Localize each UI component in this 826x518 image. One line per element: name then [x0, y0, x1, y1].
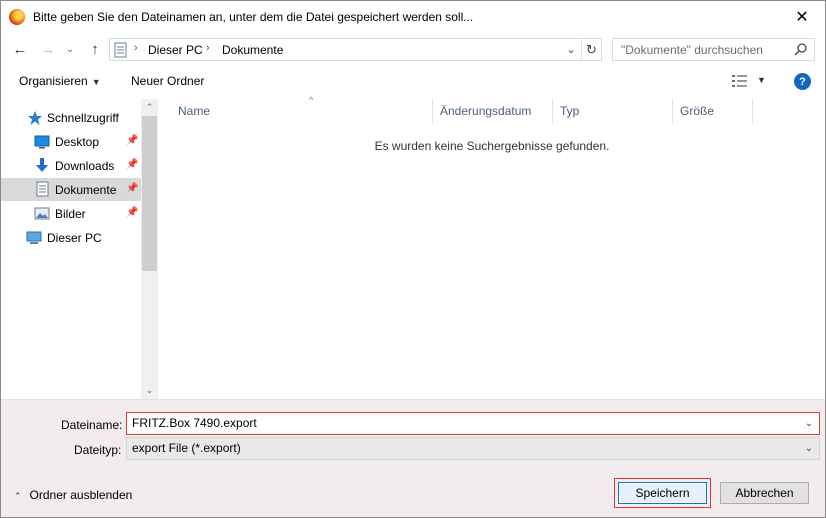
pin-icon: 📌	[126, 135, 139, 146]
navigation-scrollbar[interactable]: ⌃ ⌄	[141, 99, 158, 399]
breadcrumb-separator[interactable]: ›	[134, 42, 138, 54]
chevron-down-icon: ⌄	[65, 43, 75, 55]
title-bar: Bitte geben Sie den Dateinamen an, unter…	[1, 1, 825, 32]
pin-icon: 📌	[126, 183, 139, 194]
pin-icon: 📌	[126, 207, 139, 218]
address-bar[interactable]: › Dieser PC › Dokumente ⌄ ↻	[109, 38, 602, 61]
search-input[interactable]: "Dokumente" durchsuchen	[612, 38, 815, 61]
arrow-left-icon: ←	[12, 40, 28, 58]
pin-icon: 📌	[126, 159, 139, 170]
column-header-size[interactable]: Größe	[673, 99, 753, 123]
chevron-down-icon: ⌄	[804, 443, 814, 454]
breadcrumb-documents[interactable]: Dokumente	[222, 43, 283, 57]
desktop-icon	[34, 135, 50, 149]
column-label: Name	[178, 104, 211, 118]
refresh-button[interactable]: ↻	[581, 39, 601, 60]
search-placeholder: "Dokumente" durchsuchen	[621, 43, 763, 57]
up-button[interactable]: ↑	[85, 39, 105, 59]
empty-results-message: Es wurden keine Suchergebnisse gefunden.	[374, 139, 610, 153]
close-icon: ✕	[795, 8, 809, 26]
chevron-down-icon: ⌄	[566, 44, 576, 56]
column-header-date[interactable]: Änderungsdatum	[433, 99, 553, 123]
sidebar-item-desktop[interactable]: Desktop 📌	[1, 130, 141, 153]
refresh-icon: ↻	[586, 41, 597, 57]
navigation-bar: ← → ⌄ ↑ › Dieser PC › Dokumente ⌄ ↻ "Dok…	[1, 32, 825, 66]
sidebar-item-quick-access[interactable]: Schnellzugriff	[1, 106, 141, 129]
cancel-button[interactable]: Abbrechen	[720, 482, 809, 504]
document-icon	[36, 181, 49, 197]
firefox-icon	[9, 9, 25, 25]
search-icon	[794, 43, 807, 56]
close-button[interactable]: ✕	[779, 1, 825, 32]
arrow-right-icon: →	[40, 40, 56, 58]
caret-down-icon: ▼	[91, 77, 101, 87]
arrow-up-icon: ↑	[91, 40, 99, 58]
pictures-icon	[34, 207, 50, 220]
column-header-type[interactable]: Typ	[553, 99, 673, 123]
forward-button[interactable]: →	[38, 39, 58, 59]
sidebar-item-label: Bilder	[55, 207, 86, 221]
filetype-dropdown-button[interactable]: ⌄	[801, 440, 817, 457]
file-list[interactable]: Name ^ Änderungsdatum Typ Größe Es wurde…	[159, 95, 825, 399]
sidebar-item-label: Dokumente	[55, 183, 117, 197]
sort-ascending-icon: ^	[309, 95, 314, 105]
hide-folders-label: Ordner ausblenden	[29, 488, 133, 502]
chevron-up-icon: ⌃	[14, 491, 22, 501]
save-dialog-window: Bitte geben Sie den Dateinamen an, unter…	[0, 0, 826, 518]
organize-button[interactable]: Organisieren ▼	[19, 74, 101, 88]
command-toolbar: Organisieren ▼ Neuer Ordner ▼ ?	[1, 66, 825, 97]
view-options-icon[interactable]	[731, 74, 749, 88]
view-caret-down-icon[interactable]: ▼	[757, 75, 766, 85]
breadcrumb-this-pc[interactable]: Dieser PC	[148, 43, 203, 57]
filename-value: FRITZ.Box 7490.export	[132, 416, 257, 430]
scroll-up-button[interactable]: ⌃	[141, 99, 158, 116]
recent-locations-button[interactable]: ⌄	[63, 39, 77, 59]
filetype-select[interactable]: export File (*.export) ⌄	[126, 437, 820, 460]
scroll-down-button[interactable]: ⌄	[141, 382, 158, 399]
scrollbar-thumb[interactable]	[142, 116, 157, 271]
filetype-label: Dateityp:	[74, 443, 122, 457]
help-button[interactable]: ?	[794, 73, 811, 90]
save-options-panel: Dateiname: FRITZ.Box 7490.export ⌄ Datei…	[1, 399, 825, 517]
breadcrumb-separator[interactable]: ›	[206, 42, 210, 54]
window-title: Bitte geben Sie den Dateinamen an, unter…	[33, 10, 474, 24]
computer-icon	[26, 231, 42, 244]
sidebar-item-label: Downloads	[55, 159, 115, 173]
filename-dropdown-button[interactable]: ⌄	[801, 415, 817, 432]
save-button[interactable]: Speichern	[618, 482, 707, 504]
download-icon	[36, 158, 48, 172]
sidebar-item-documents[interactable]: Dokumente 📌	[1, 178, 141, 201]
address-dropdown-button[interactable]: ⌄	[562, 39, 580, 60]
new-folder-button[interactable]: Neuer Ordner	[131, 74, 204, 88]
sidebar-item-this-pc[interactable]: Dieser PC	[1, 226, 141, 249]
chevron-up-icon: ⌃	[145, 102, 154, 112]
column-header-name[interactable]: Name ^	[171, 95, 433, 123]
filename-input[interactable]: FRITZ.Box 7490.export ⌄	[126, 412, 820, 435]
filename-label: Dateiname:	[61, 418, 123, 432]
document-folder-icon	[114, 42, 127, 58]
organize-label: Organisieren	[19, 74, 88, 88]
navigation-pane: Schnellzugriff Desktop 📌 Downloads 📌 Dok…	[1, 99, 158, 399]
chevron-down-icon: ⌄	[145, 385, 154, 395]
sidebar-item-pictures[interactable]: Bilder 📌	[1, 202, 141, 225]
back-button[interactable]: ←	[10, 39, 30, 59]
sidebar-item-label: Schnellzugriff	[47, 111, 119, 125]
sidebar-item-label: Desktop	[55, 135, 100, 149]
hide-folders-button[interactable]: ⌃ Ordner ausblenden	[14, 488, 132, 502]
chevron-down-icon: ⌄	[804, 418, 814, 429]
sidebar-item-downloads[interactable]: Downloads 📌	[1, 154, 141, 177]
star-icon	[28, 111, 42, 125]
sidebar-item-label: Dieser PC	[47, 231, 102, 245]
filetype-value: export File (*.export)	[132, 441, 241, 455]
